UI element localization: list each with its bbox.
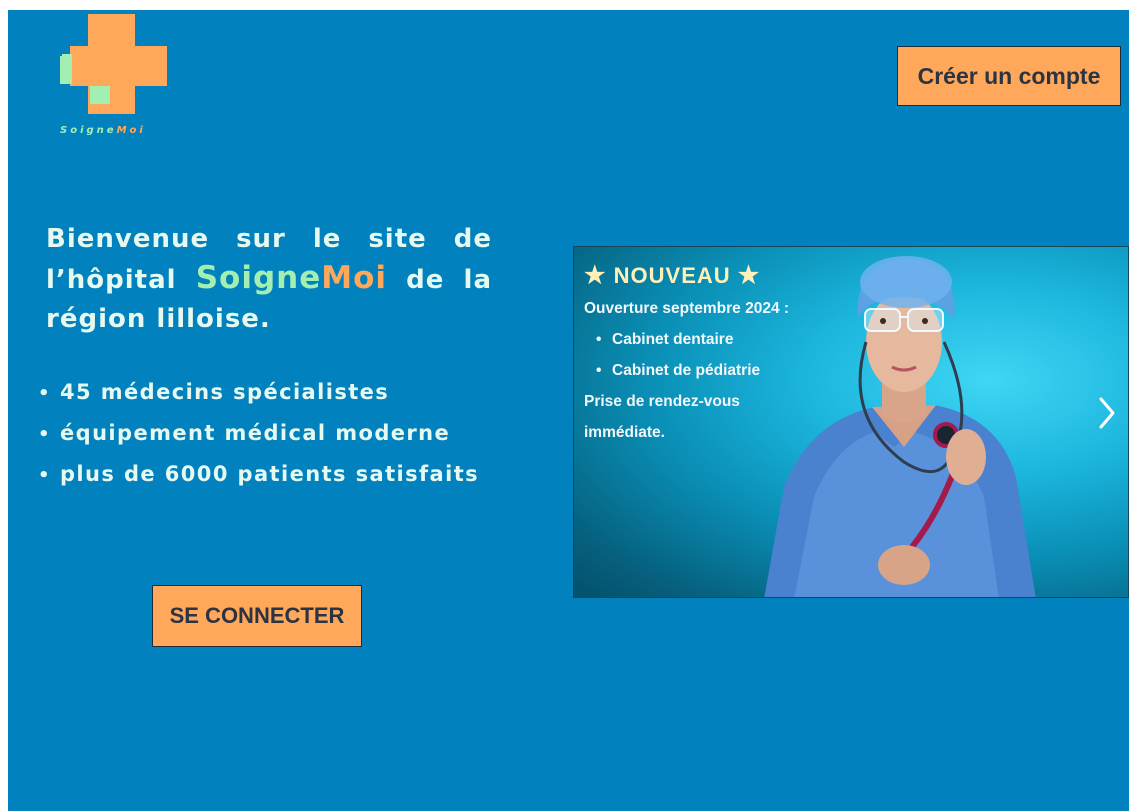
slide-item-text: Cabinet dentaire	[612, 331, 734, 348]
bullet: •	[38, 383, 51, 404]
feature-text: 45 médecins spécialistes	[60, 380, 390, 404]
slide-item-text: Cabinet de pédiatrie	[612, 362, 761, 379]
nurse-photo	[764, 256, 1036, 597]
medical-cross-icon	[60, 14, 172, 114]
bullet: •	[38, 465, 51, 486]
feature-text: équipement médical moderne	[60, 421, 451, 445]
slide-list-item: • Cabinet dentaire	[584, 324, 789, 355]
page: SoigneMoi Créer un compte Bienvenue sur …	[8, 10, 1129, 811]
new-badge: ★ NOUVEAU ★	[584, 259, 789, 293]
create-account-button[interactable]: Créer un compte	[897, 46, 1121, 106]
booking-text-1: Prise de rendez-vous	[584, 393, 740, 410]
feature-item: • 45 médecins spécialistes	[38, 372, 479, 413]
hero-brand-part1: Soigne	[195, 260, 322, 296]
logo-text: SoigneMoi	[60, 125, 146, 136]
logo[interactable]: SoigneMoi	[60, 14, 172, 140]
news-carousel: ★ NOUVEAU ★ Ouverture septembre 2024 : •…	[573, 246, 1129, 598]
login-button[interactable]: SE CONNECTER	[152, 585, 362, 647]
bullet: •	[38, 424, 51, 445]
features-list: • 45 médecins spécialistes • équipement mé…	[38, 372, 479, 495]
logo-text-part1: Soigne	[60, 125, 117, 136]
star-icon: ★	[584, 262, 607, 289]
slide-text: ★ NOUVEAU ★ Ouverture septembre 2024 : •…	[584, 259, 789, 448]
carousel-next-button[interactable]	[1094, 393, 1120, 433]
booking-text-2: immédiate.	[584, 424, 665, 441]
feature-item: • plus de 6000 patients satisfaits	[38, 454, 479, 495]
bullet: •	[596, 362, 602, 379]
bullet: •	[596, 331, 602, 348]
feature-item: • équipement médical moderne	[38, 413, 479, 454]
chevron-right-icon	[1099, 397, 1115, 429]
feature-text: plus de 6000 patients satisfaits	[60, 462, 480, 486]
hero-brand-part2: Moi	[321, 260, 388, 296]
slide-list-item: • Cabinet de pédiatrie	[584, 355, 789, 386]
opening-text: Ouverture septembre 2024 :	[584, 300, 790, 317]
hero-title: Bienvenue sur le site de l’hôpital Soign…	[46, 220, 492, 339]
star-icon: ★	[737, 262, 761, 289]
logo-text-part2: Moi	[116, 125, 146, 136]
badge-label: NOUVEAU	[613, 263, 731, 288]
